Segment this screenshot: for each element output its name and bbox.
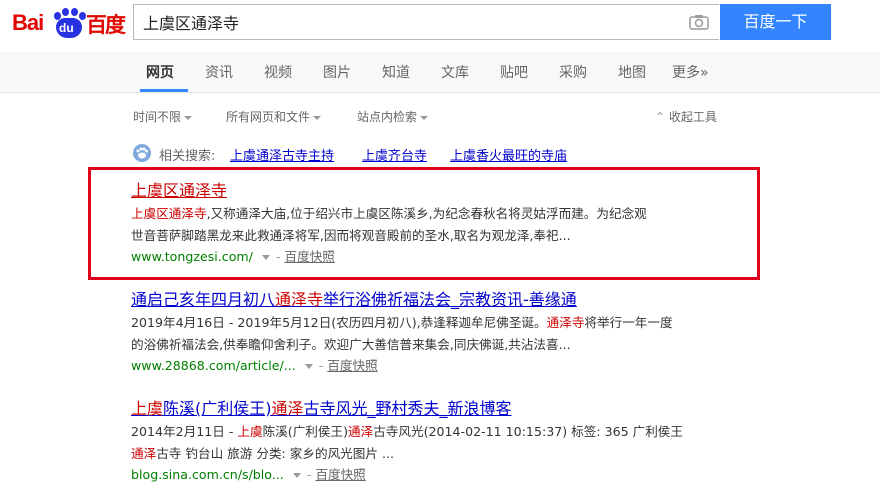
tab-zhidao[interactable]: 知道	[382, 62, 410, 82]
cache-link[interactable]: 百度快照	[315, 467, 365, 482]
logo-bai-text: Bai	[12, 10, 44, 35]
cache-link[interactable]: 百度快照	[327, 358, 377, 373]
result-description: 上虞区通泽寺,又称通泽大庙,位于绍兴市上虞区陈溪乡,为纪念春秋名将灵姑浮而建。为…	[131, 206, 647, 243]
tab-tieba[interactable]: 贴吧	[500, 62, 528, 82]
tab-web[interactable]: 网页	[146, 62, 174, 82]
search-result: 上虞陈溪(广利侯王)通泽古寺风光_野村秀夫_新浪博客 2014年2月11日 - …	[131, 398, 731, 485]
result-url: www.tongzesi.com/- 百度快照	[131, 249, 335, 264]
nav-tabs: 网页 资讯 视频 图片 知道 文库 贴吧 采购 地图 更多»	[0, 52, 880, 93]
paw-icon: du	[52, 8, 86, 38]
chevron-up-icon: ⌃	[655, 110, 666, 124]
tab-map[interactable]: 地图	[618, 62, 646, 82]
tab-news[interactable]: 资讯	[205, 62, 233, 82]
filter-time[interactable]: 时间不限	[133, 108, 193, 125]
header: Bai du 百度 百度一下	[0, 0, 880, 46]
cache-link[interactable]: 百度快照	[285, 249, 335, 264]
tab-purchase[interactable]: 采购	[559, 62, 587, 82]
filter-site[interactable]: 站点内检索	[357, 108, 429, 125]
tab-more[interactable]: 更多»	[672, 62, 709, 82]
related-link[interactable]: 上虞齐台寺	[362, 145, 427, 164]
tab-wenku[interactable]: 文库	[441, 62, 469, 82]
tab-images[interactable]: 图片	[323, 62, 351, 82]
related-link[interactable]: 上虞通泽古寺主持	[230, 145, 334, 164]
logo-du-text: du	[59, 21, 74, 35]
dropdown-icon[interactable]	[304, 364, 313, 369]
search-button[interactable]: 百度一下	[720, 4, 831, 40]
filter-type[interactable]: 所有网页和文件	[226, 108, 322, 125]
result-description: 2014年2月11日 - 上虞陈溪(广利侯王)通泽古寺风光(2014-02-11…	[131, 424, 683, 461]
search-result: 上虞区通泽寺 上虞区通泽寺,又称通泽大庙,位于绍兴市上虞区陈溪乡,为纪念春秋名将…	[131, 180, 731, 267]
dropdown-icon[interactable]	[261, 255, 270, 260]
related-label: 相关搜索:	[159, 149, 216, 164]
logo-cn-text: 百度	[86, 13, 126, 37]
tab-video[interactable]: 视频	[264, 62, 292, 82]
caret-down-icon	[420, 115, 429, 120]
result-title-link[interactable]: 上虞区通泽寺	[131, 180, 731, 202]
search-box	[133, 4, 719, 40]
caret-down-icon	[184, 115, 193, 120]
result-url: blog.sina.com.cn/s/blo... - 百度快照	[131, 467, 366, 482]
search-input[interactable]	[134, 5, 674, 39]
camera-icon[interactable]	[689, 14, 709, 30]
search-result: 通启己亥年四月初八通泽寺举行浴佛祈福法会_宗教资讯-善缘通 2019年4月16日…	[131, 289, 731, 376]
result-url: www.28868.com/article/... - 百度快照	[131, 358, 378, 373]
collapse-tools[interactable]: ⌃ 收起工具	[655, 108, 717, 125]
search-tools: 时间不限 所有网页和文件 站点内检索 ⌃ 收起工具	[0, 92, 880, 136]
caret-down-icon	[313, 115, 322, 120]
result-description: 2019年4月16日 - 2019年5月12日(农历四月初八),恭逢释迦牟尼佛圣…	[131, 315, 673, 352]
dropdown-icon[interactable]	[292, 473, 301, 478]
paw-icon	[133, 144, 151, 162]
result-title-link[interactable]: 上虞陈溪(广利侯王)通泽古寺风光_野村秀夫_新浪博客	[131, 398, 731, 420]
baidu-logo[interactable]: Bai du 百度	[12, 6, 126, 40]
related-link[interactable]: 上虞香火最旺的寺庙	[450, 145, 567, 164]
result-title-link[interactable]: 通启己亥年四月初八通泽寺举行浴佛祈福法会_宗教资讯-善缘通	[131, 289, 731, 311]
